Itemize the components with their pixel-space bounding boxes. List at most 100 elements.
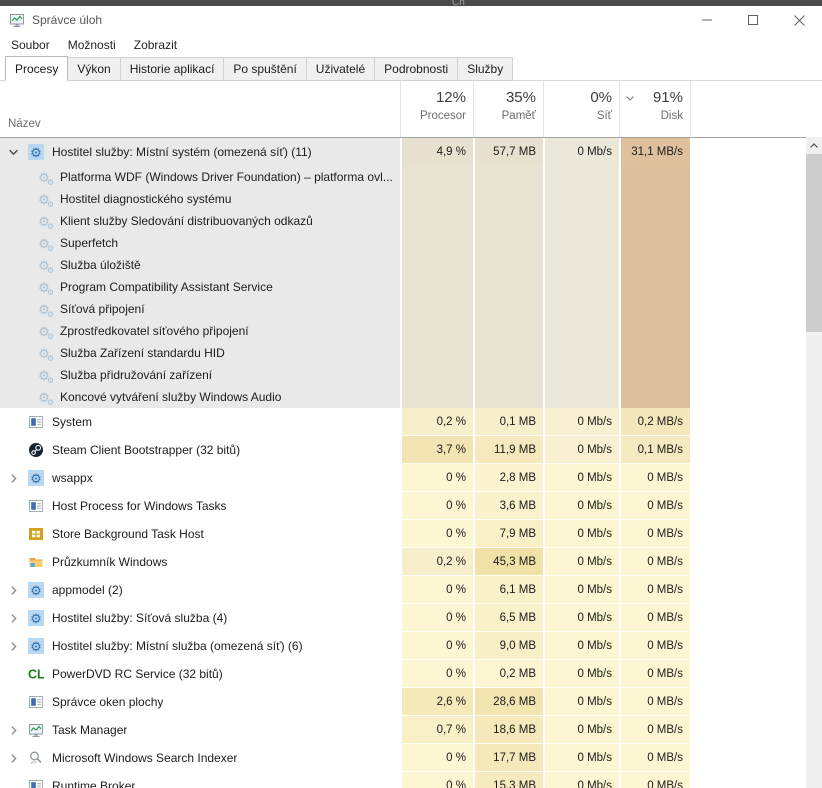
process-row[interactable]: Hostitel služby: Místní služba (omezená … — [0, 632, 806, 660]
process-name-cell[interactable]: Klient služby Sledování distribuovaných … — [0, 210, 400, 232]
process-name-cell[interactable]: Store Background Task Host — [0, 520, 400, 548]
column-header-pam-[interactable]: 35%Paměť — [473, 81, 543, 137]
menu-soubor[interactable]: Soubor — [2, 35, 59, 55]
process-row[interactable]: Správce oken plochy2,6 %28,6 MB0 Mb/s0 M… — [0, 688, 806, 716]
process-row[interactable]: Superfetch — [0, 232, 806, 254]
process-row[interactable]: Store Background Task Host0 %7,9 MB0 Mb/… — [0, 520, 806, 548]
memory-cell: 18,6 MB — [473, 716, 543, 744]
cpu-cell: 0 % — [400, 604, 473, 632]
process-name-cell[interactable]: System — [0, 408, 400, 436]
memory-cell — [473, 166, 543, 188]
process-name-cell[interactable]: Microsoft Windows Search Indexer — [0, 744, 400, 772]
tab-historie-aplikac-[interactable]: Historie aplikací — [120, 57, 225, 81]
process-row[interactable]: Runtime Broker0 %15,3 MB0 Mb/s0 MB/s — [0, 772, 806, 788]
process-name-cell[interactable]: Steam Client Bootstrapper (32 bitů) — [0, 436, 400, 464]
process-name-cell[interactable]: Zprostředkovatel síťového připojení — [0, 320, 400, 342]
process-row[interactable]: Koncové vytváření služby Windows Audio — [0, 386, 806, 408]
memory-cell — [473, 254, 543, 276]
process-row[interactable]: Program Compatibility Assistant Service — [0, 276, 806, 298]
process-row[interactable]: Platforma WDF (Windows Driver Foundation… — [0, 166, 806, 188]
disk-cell: 0 MB/s — [619, 604, 690, 632]
tab-po-spu-t-n-[interactable]: Po spuštění — [223, 57, 306, 81]
process-row[interactable]: Průzkumník Windows0,2 %45,3 MB0 Mb/s0 MB… — [0, 548, 806, 576]
process-name-cell[interactable]: Služba přidružování zařízení — [0, 364, 400, 386]
process-name-cell[interactable]: Task Manager — [0, 716, 400, 744]
network-cell: 0 Mb/s — [543, 772, 619, 788]
process-row[interactable]: CLPowerDVD RC Service (32 bitů)0 %0,2 MB… — [0, 660, 806, 688]
expand-chevron-icon[interactable] — [8, 725, 28, 736]
process-row[interactable]: appmodel (2)0 %6,1 MB0 Mb/s0 MB/s — [0, 576, 806, 604]
scrollbar-thumb[interactable] — [806, 154, 822, 332]
process-name-cell[interactable]: Síťová připojení — [0, 298, 400, 320]
column-header-procesor[interactable]: 12%Procesor — [400, 81, 473, 137]
column-label: Procesor — [401, 110, 466, 122]
scrollbar-up-arrow-icon[interactable] — [806, 137, 822, 154]
process-row[interactable]: Služba úložiště — [0, 254, 806, 276]
process-name-cell[interactable]: Superfetch — [0, 232, 400, 254]
process-name-cell[interactable]: Průzkumník Windows — [0, 548, 400, 576]
column-header-name[interactable]: Název — [8, 118, 41, 130]
column-header-disk[interactable]: 91%Disk — [619, 81, 690, 137]
expand-chevron-icon[interactable] — [8, 613, 28, 624]
memory-cell — [473, 364, 543, 386]
expand-chevron-icon[interactable] — [8, 753, 28, 764]
process-row[interactable]: Steam Client Bootstrapper (32 bitů)3,7 %… — [0, 436, 806, 464]
process-row[interactable]: Hostitel diagnostického systému — [0, 188, 806, 210]
tab-v-kon[interactable]: Výkon — [67, 57, 120, 81]
powerdvd-icon: CL — [28, 666, 44, 682]
process-name-cell[interactable]: Host Process for Windows Tasks — [0, 492, 400, 520]
process-name-cell[interactable]: appmodel (2) — [0, 576, 400, 604]
tab-u-ivatel-[interactable]: Uživatelé — [306, 57, 375, 81]
memory-cell: 6,5 MB — [473, 604, 543, 632]
minimize-button[interactable] — [684, 6, 730, 34]
process-row[interactable]: Síťová připojení — [0, 298, 806, 320]
column-header-row: Název 12%Procesor35%Paměť0%Síť91%Disk — [0, 81, 806, 138]
process-name-cell[interactable]: Runtime Broker — [0, 772, 400, 788]
process-row[interactable]: Host Process for Windows Tasks0 %3,6 MB0… — [0, 492, 806, 520]
process-row[interactable]: Zprostředkovatel síťového připojení — [0, 320, 806, 342]
network-cell: 0 Mb/s — [543, 520, 619, 548]
process-row[interactable]: Služba Zařízení standardu HID — [0, 342, 806, 364]
expand-chevron-icon[interactable] — [8, 641, 28, 652]
process-name-cell[interactable]: Služba Zařízení standardu HID — [0, 342, 400, 364]
network-cell — [543, 166, 619, 188]
process-row[interactable]: Microsoft Windows Search Indexer0 %17,7 … — [0, 744, 806, 772]
cpu-cell: 0,7 % — [400, 716, 473, 744]
row-filler — [690, 298, 806, 320]
process-name-cell[interactable]: Služba úložiště — [0, 254, 400, 276]
process-row[interactable]: Task Manager0,7 %18,6 MB0 Mb/s0 MB/s — [0, 716, 806, 744]
tab-procesy[interactable]: Procesy — [5, 56, 68, 81]
menu-zobrazit[interactable]: Zobrazit — [125, 35, 186, 55]
process-row[interactable]: wsappx0 %2,8 MB0 Mb/s0 MB/s — [0, 464, 806, 492]
process-row[interactable]: Klient služby Sledování distribuovaných … — [0, 210, 806, 232]
process-name-cell[interactable]: Hostitel služby: Místní služba (omezená … — [0, 632, 400, 660]
tab-slu-by[interactable]: Služby — [457, 57, 513, 81]
titlebar: Správce úloh — [0, 6, 822, 34]
close-button[interactable] — [776, 6, 822, 34]
memory-cell: 45,3 MB — [473, 548, 543, 576]
menu-moznosti[interactable]: Možnosti — [59, 35, 125, 55]
expand-chevron-icon[interactable] — [8, 473, 28, 484]
process-name-cell[interactable]: Hostitel diagnostického systému — [0, 188, 400, 210]
process-row[interactable]: System0,2 %0,1 MB0 Mb/s0,2 MB/s — [0, 408, 806, 436]
disk-cell: 0 MB/s — [619, 772, 690, 788]
collapse-chevron-icon[interactable] — [8, 147, 28, 158]
process-name-cell[interactable]: Koncové vytváření služby Windows Audio — [0, 386, 400, 408]
disk-cell: 0 MB/s — [619, 632, 690, 660]
process-row[interactable]: Hostitel služby: Místní systém (omezená … — [0, 138, 806, 166]
tab-podrobnosti[interactable]: Podrobnosti — [374, 57, 458, 81]
process-row[interactable]: Služba přidružování zařízení — [0, 364, 806, 386]
disk-cell: 31,1 MB/s — [619, 138, 690, 166]
column-header-s-[interactable]: 0%Síť — [543, 81, 619, 137]
process-name-cell[interactable]: wsappx — [0, 464, 400, 492]
process-name-cell[interactable]: Program Compatibility Assistant Service — [0, 276, 400, 298]
expand-chevron-icon[interactable] — [8, 585, 28, 596]
process-name-cell[interactable]: Hostitel služby: Síťová služba (4) — [0, 604, 400, 632]
maximize-button[interactable] — [730, 6, 776, 34]
process-name-cell[interactable]: CLPowerDVD RC Service (32 bitů) — [0, 660, 400, 688]
process-name-cell[interactable]: Platforma WDF (Windows Driver Foundation… — [0, 166, 400, 188]
process-row[interactable]: Hostitel služby: Síťová služba (4)0 %6,5… — [0, 604, 806, 632]
process-name-cell[interactable]: Hostitel služby: Místní systém (omezená … — [0, 138, 400, 166]
process-name-cell[interactable]: Správce oken plochy — [0, 688, 400, 716]
vertical-scrollbar[interactable] — [806, 137, 822, 788]
